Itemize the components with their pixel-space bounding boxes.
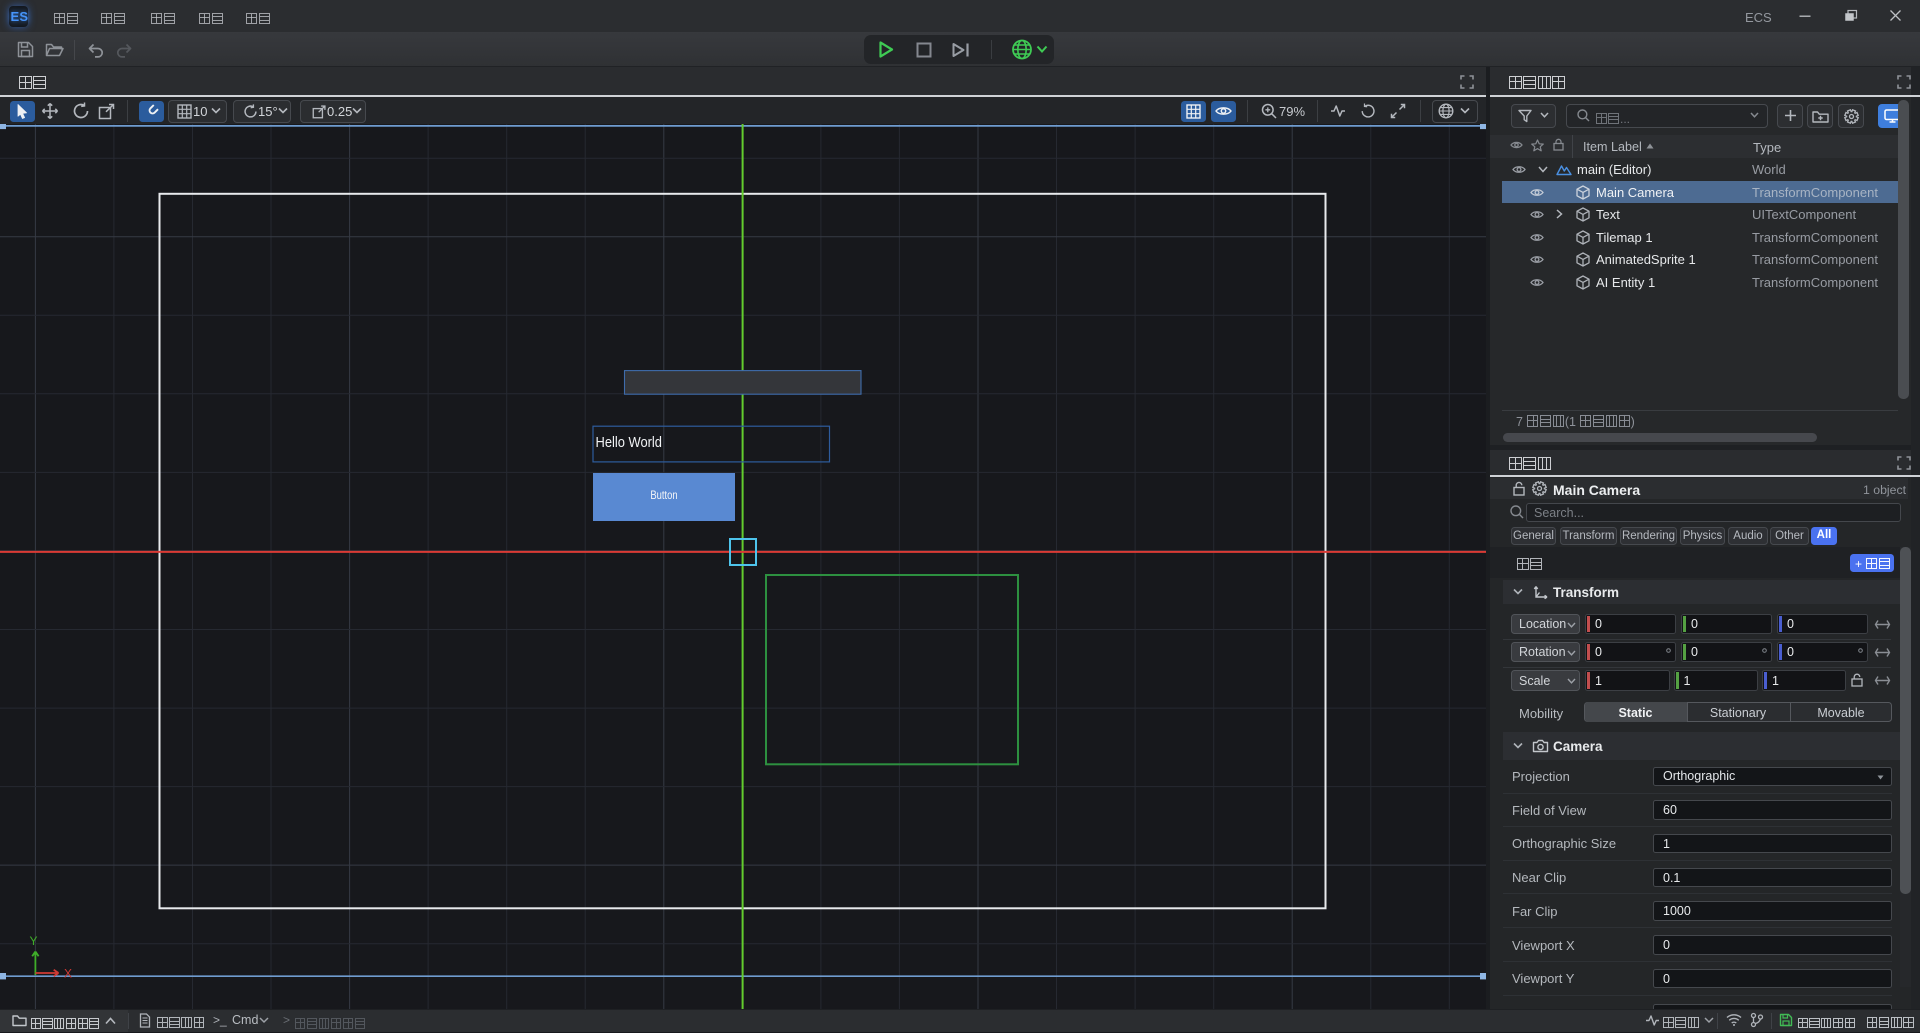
svg-text:Hello World: Hello World bbox=[596, 433, 662, 450]
svg-text:Button: Button bbox=[650, 489, 677, 502]
svg-text:X: X bbox=[64, 967, 72, 981]
svg-text:Y: Y bbox=[30, 934, 38, 948]
